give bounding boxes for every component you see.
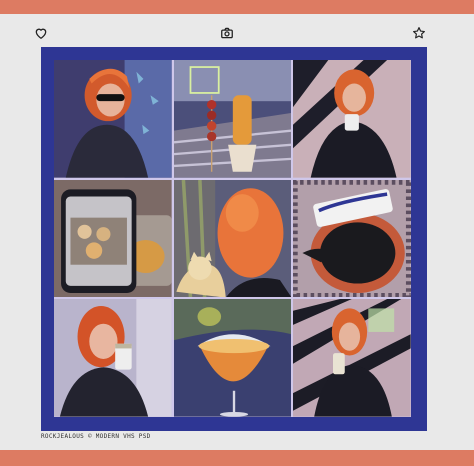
photo-woman-cat[interactable]	[173, 179, 292, 298]
star-icon[interactable]	[412, 26, 426, 40]
photo-cup-cat[interactable]	[293, 179, 411, 298]
photo-striped-shadow[interactable]	[293, 299, 411, 417]
photo-red-hair-drinking[interactable]	[54, 299, 172, 417]
camera-icon[interactable]	[220, 26, 234, 40]
photo-phone-food[interactable]	[54, 179, 172, 298]
photo-selfie-sunglasses[interactable]	[54, 60, 172, 178]
photo-street-food[interactable]	[173, 60, 292, 178]
photo-cocktail[interactable]	[173, 299, 292, 417]
photo-drinking-coffee[interactable]	[293, 60, 411, 178]
heart-icon[interactable]	[34, 26, 48, 40]
editor-canvas: ROCKJEALOUS © MODERN VHS PSD	[0, 14, 474, 450]
watermark-caption: ROCKJEALOUS © MODERN VHS PSD	[41, 433, 151, 440]
photo-grid	[54, 60, 411, 417]
collage-frame	[41, 47, 427, 431]
